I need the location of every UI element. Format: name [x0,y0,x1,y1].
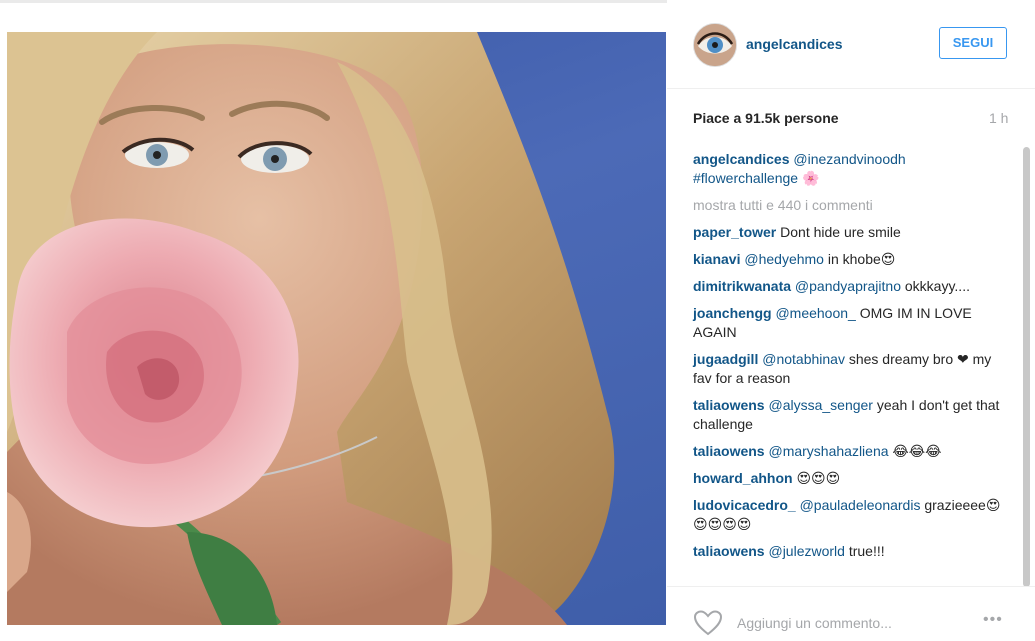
comment-mention[interactable]: @pandyaprajitno [795,278,901,294]
post-header: angelcandices SEGUI [667,0,1035,89]
comment-row: ludovicacedro_ @pauladeleonardis graziee… [693,496,1011,534]
caption-user[interactable]: angelcandices [693,151,790,167]
comment-user[interactable]: ludovicacedro_ [693,497,796,513]
comment-row: taliaowens @julezworld true!!! [693,542,1011,561]
comment-row: paper_tower Dont hide ure smile [693,223,1011,242]
caption-hashtag[interactable]: #flowerchallenge [693,170,798,186]
comment-text: true!!! [848,543,885,559]
comment-row: jugaadgill @notabhinav shes dreamy bro ❤… [693,350,1011,388]
comment-text: Dont hide ure smile [780,224,901,240]
post-time[interactable]: 1 h [989,110,1008,126]
comment-mention[interactable]: @notabhinav [762,351,845,367]
post-username[interactable]: angelcandices [746,36,843,52]
comment-mention[interactable]: @julezworld [768,543,844,559]
caption-mention[interactable]: @inezandvinoodh [793,151,905,167]
comment-row: howard_ahhon 😍😍😍 [693,469,1011,488]
comment-user[interactable]: taliaowens [693,443,765,459]
heart-icon[interactable] [693,610,723,641]
comment-user[interactable]: taliaowens [693,543,765,559]
comment-mention[interactable]: @maryshahazliena [768,443,888,459]
comment-row: dimitrikwanata @pandyaprajitno okkkayy..… [693,277,1011,296]
follow-button[interactable]: SEGUI [939,27,1007,59]
caption-emoji: 🌸 [801,170,820,186]
add-comment-input[interactable]: Aggiungi un commento... [737,615,892,631]
post-photo[interactable] [7,32,666,625]
comment-user[interactable]: joanchengg [693,305,772,321]
comment-user[interactable]: howard_ahhon [693,470,793,486]
comment-mention[interactable]: @alyssa_senger [768,397,873,413]
comment-text: in khobe😍 [827,251,896,267]
more-options-icon[interactable]: ••• [983,611,1003,629]
show-all-comments-link[interactable]: mostra tutti e 440 i commenti [693,196,1011,215]
comment-row: taliaowens @alyssa_senger yeah I don't g… [693,396,1011,434]
comment-text: okkkayy.... [904,278,970,294]
post-side-panel: angelcandices SEGUI Piace a 91.5k person… [667,0,1035,636]
comment-row: joanchengg @meehoon_ OMG IM IN LOVE AGAI… [693,304,1011,342]
comment-text: 😂😂😂 [892,443,942,459]
comment-mention[interactable]: @hedyehmo [744,251,824,267]
comment-user[interactable]: taliaowens [693,397,765,413]
likes-count[interactable]: Piace a 91.5k persone [693,110,839,126]
comments-scrollbar[interactable] [1023,147,1030,587]
avatar-eye-icon [694,24,736,66]
comment-text: 😍😍😍 [796,470,841,486]
comment-mention[interactable]: @meehoon_ [775,305,855,321]
comment-user[interactable]: paper_tower [693,224,776,240]
comments-list: angelcandices @inezandvinoodh #flowercha… [693,150,1011,569]
photo-illustration [7,32,615,625]
comment-user[interactable]: dimitrikwanata [693,278,791,294]
comment-user[interactable]: kianavi [693,251,740,267]
comment-bar: Aggiungi un commento... ••• [667,586,1035,636]
caption: angelcandices @inezandvinoodh #flowercha… [693,150,1011,188]
comment-row: kianavi @hedyehmo in khobe😍 [693,250,1011,269]
comment-row: taliaowens @maryshahazliena 😂😂😂 [693,442,1011,461]
avatar[interactable] [693,23,737,67]
comment-mention[interactable]: @pauladeleonardis [800,497,921,513]
comment-user[interactable]: jugaadgill [693,351,758,367]
